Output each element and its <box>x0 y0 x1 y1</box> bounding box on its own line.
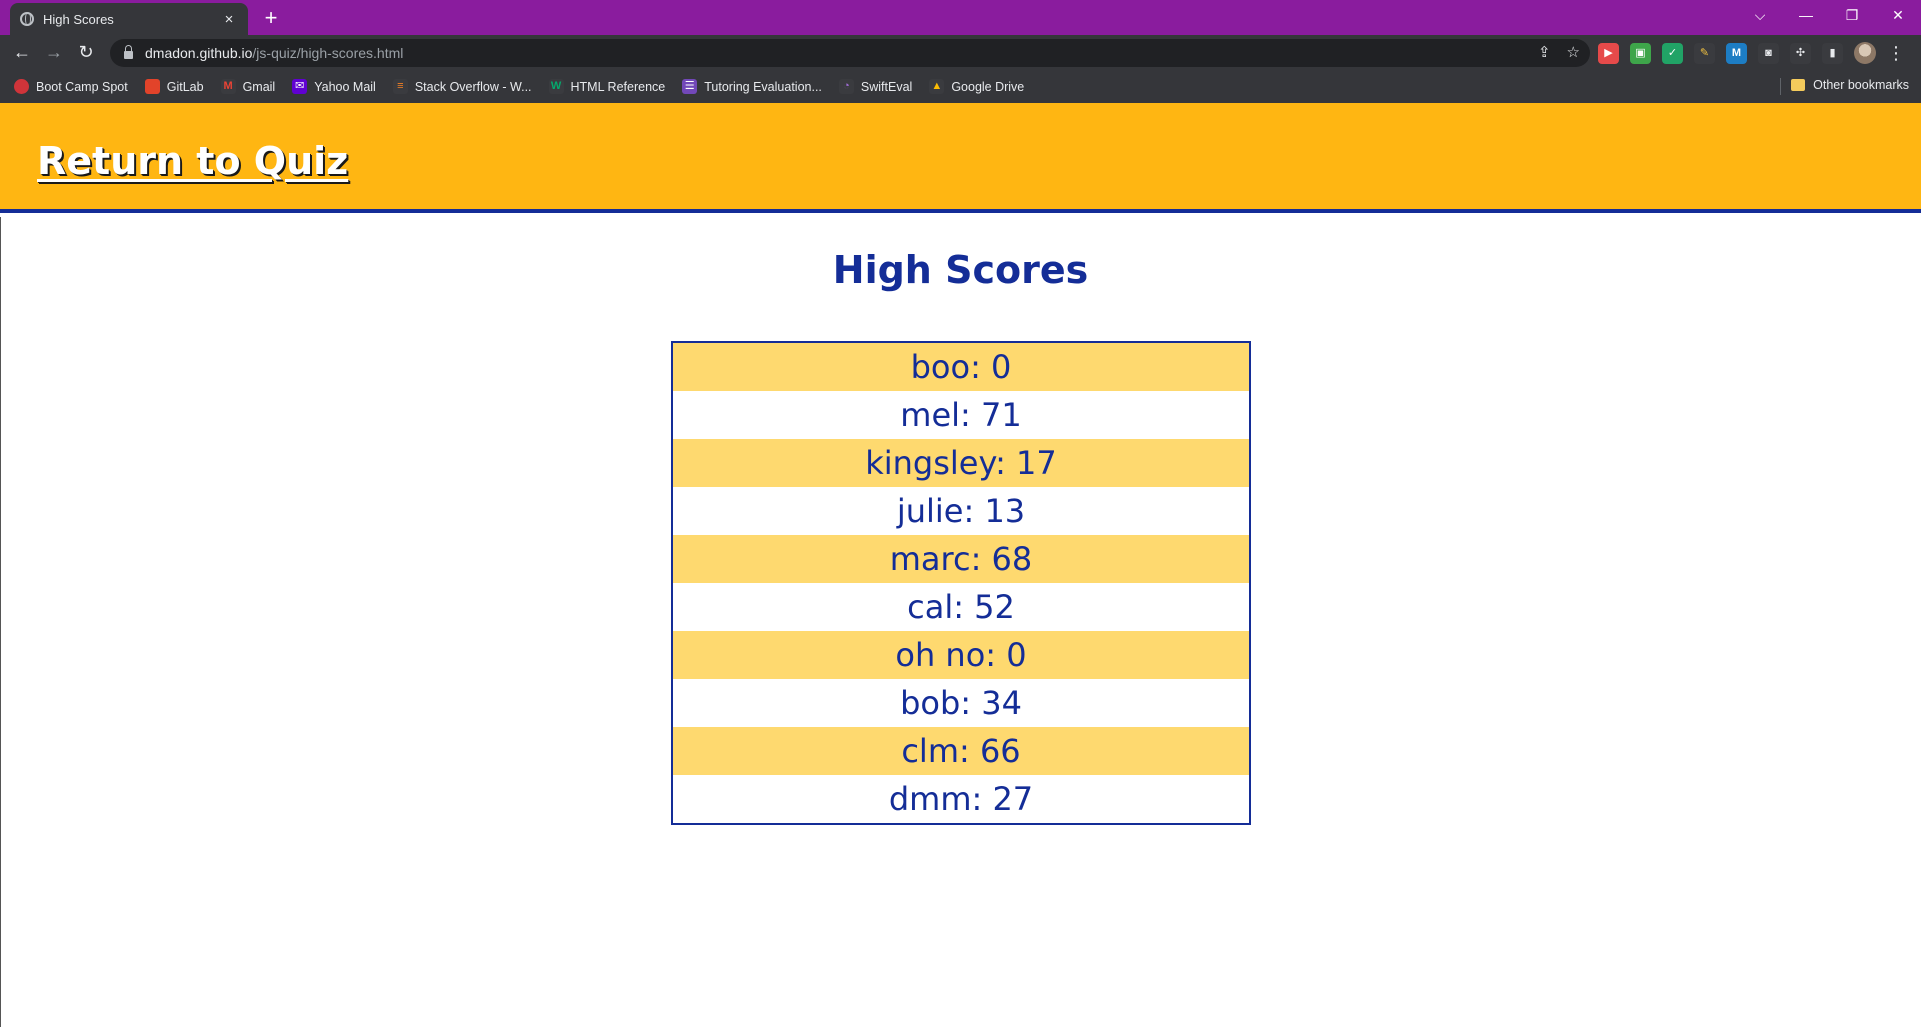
extensions-area: ▶ ▣ ✓ ✎ M ◙ ✣ ▮ ⋮ <box>1598 42 1905 64</box>
folder-icon <box>1791 79 1806 91</box>
close-tab-button[interactable]: × <box>220 11 238 28</box>
bookmark-yahoo-mail[interactable]: ✉ Yahoo Mail <box>292 79 376 94</box>
bookmark-divider <box>1780 78 1781 95</box>
score-row: dmm: 27 <box>673 775 1249 823</box>
extension-m-icon[interactable]: M <box>1726 42 1747 64</box>
bookmarks-bar: Boot Camp Spot GitLab M Gmail ✉ Yahoo Ma… <box>0 70 1921 103</box>
extension-pen-icon[interactable]: ✎ <box>1694 42 1715 64</box>
tab-search-button[interactable]: ⌵ <box>1737 0 1783 32</box>
back-button[interactable]: ← <box>8 39 36 67</box>
page-title: High Scores <box>832 248 1089 292</box>
return-to-quiz-link[interactable]: Return to Quiz <box>37 139 348 183</box>
score-row: julie: 13 <box>673 487 1249 535</box>
bookmark-label: HTML Reference <box>570 79 666 94</box>
bookmark-boot-camp-spot[interactable]: Boot Camp Spot <box>14 79 128 94</box>
restore-button[interactable]: ❐ <box>1829 0 1875 32</box>
forward-button[interactable]: → <box>40 39 68 67</box>
reload-button[interactable]: ↻ <box>72 39 100 67</box>
score-row: oh no: 0 <box>673 631 1249 679</box>
bookmark-stack-overflow[interactable]: ≡ Stack Overflow - W... <box>392 79 532 94</box>
bookmark-swifteval[interactable]: ◔ SwiftEval <box>838 79 913 94</box>
extension-green-icon[interactable]: ▣ <box>1630 42 1651 64</box>
menu-icon[interactable]: ⋮ <box>1887 43 1905 64</box>
extension-grammar-icon[interactable]: ✓ <box>1662 42 1683 64</box>
lock-icon <box>124 45 133 59</box>
bookmark-gitlab[interactable]: GitLab <box>144 79 204 94</box>
high-scores-list: boo: 0 mel: 71 kingsley: 17 julie: 13 ma… <box>671 341 1251 825</box>
gmail-icon: M <box>220 79 236 94</box>
score-row: boo: 0 <box>673 343 1249 391</box>
other-bookmarks-label: Other bookmarks <box>1813 78 1909 92</box>
bookmark-tutoring-evaluation[interactable]: ☰ Tutoring Evaluation... <box>682 79 822 94</box>
bookmark-label: Tutoring Evaluation... <box>704 79 822 94</box>
camera-icon[interactable]: ◙ <box>1758 42 1779 64</box>
gitlab-icon <box>144 79 160 94</box>
bookmark-label: Gmail <box>242 79 276 94</box>
extension-red-icon[interactable]: ▶ <box>1598 42 1619 64</box>
bookmark-html-reference[interactable]: W HTML Reference <box>548 79 666 94</box>
browser-toolbar: ← → ↻ dmadon.github.io /js-quiz/high-sco… <box>0 35 1921 70</box>
other-bookmarks[interactable]: Other bookmarks <box>1791 78 1909 92</box>
bookmark-label: Stack Overflow - W... <box>414 79 532 94</box>
score-row: mel: 71 <box>673 391 1249 439</box>
share-icon[interactable]: ⇪ <box>1538 43 1551 61</box>
tab-title: High Scores <box>43 11 114 27</box>
tab-high-scores[interactable]: High Scores × <box>10 3 248 35</box>
bootcamp-icon <box>14 79 29 94</box>
score-row: marc: 68 <box>673 535 1249 583</box>
url-host: dmadon.github.io <box>145 45 253 61</box>
bookmark-star-icon[interactable]: ☆ <box>1567 43 1580 61</box>
forms-icon: ☰ <box>682 79 698 94</box>
bookmark-label: GitLab <box>166 79 204 94</box>
drive-icon: ▲ <box>929 79 945 94</box>
puzzle-icon[interactable]: ✣ <box>1790 42 1811 64</box>
yahoo-icon: ✉ <box>292 79 308 94</box>
page-header: Return to Quiz <box>0 103 1921 213</box>
bookmark-label: SwiftEval <box>860 79 913 94</box>
url-path: /js-quiz/high-scores.html <box>252 45 404 61</box>
score-row: bob: 34 <box>673 679 1249 727</box>
score-row: clm: 66 <box>673 727 1249 775</box>
profile-avatar[interactable] <box>1854 42 1876 64</box>
bookmark-gmail[interactable]: M Gmail <box>220 79 276 94</box>
w3-icon: W <box>548 79 564 94</box>
score-row: kingsley: 17 <box>673 439 1249 487</box>
address-bar[interactable]: dmadon.github.io /js-quiz/high-scores.ht… <box>110 39 1590 67</box>
globe-icon <box>20 12 34 26</box>
tab-strip: High Scores × + ⌵ — ❐ ✕ <box>0 0 1921 35</box>
bookmark-label: Google Drive <box>951 79 1025 94</box>
bookmark-label: Boot Camp Spot <box>36 79 128 94</box>
side-panel-icon[interactable]: ▮ <box>1822 42 1843 64</box>
swifteval-icon: ◔ <box>838 79 854 94</box>
minimize-button[interactable]: — <box>1783 0 1829 32</box>
bookmark-google-drive[interactable]: ▲ Google Drive <box>929 79 1024 94</box>
score-row: cal: 52 <box>673 583 1249 631</box>
stackoverflow-icon: ≡ <box>392 79 408 94</box>
new-tab-button[interactable]: + <box>258 6 284 32</box>
close-window-button[interactable]: ✕ <box>1875 0 1921 32</box>
bookmark-label: Yahoo Mail <box>314 79 376 94</box>
page-edge <box>0 217 1 1027</box>
